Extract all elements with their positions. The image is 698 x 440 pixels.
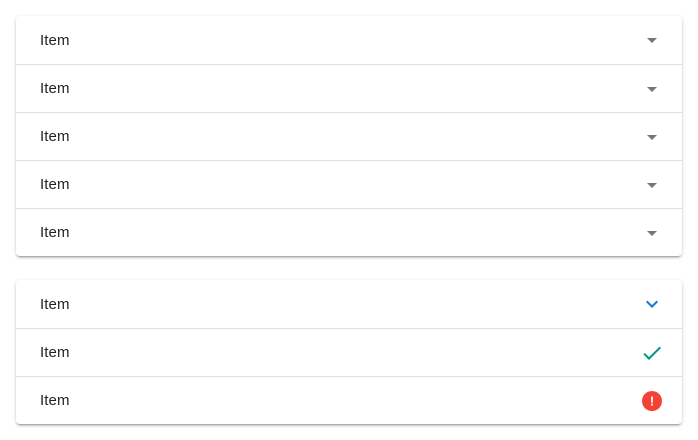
caret-down-icon [640, 173, 664, 197]
panel-label: Item [40, 344, 70, 361]
panel-label: Item [40, 224, 70, 241]
caret-down-icon [640, 28, 664, 52]
panel-label: Item [40, 128, 70, 145]
expansion-panel-chevron[interactable]: Item [16, 280, 682, 328]
error-icon: ! [640, 389, 664, 413]
check-icon [640, 341, 664, 365]
expansion-panel-3[interactable]: Item [16, 112, 682, 160]
panel-label: Item [40, 80, 70, 97]
expansion-panel-1[interactable]: Item [16, 16, 682, 64]
expansion-panel-5[interactable]: Item [16, 208, 682, 256]
panel-label: Item [40, 31, 70, 49]
expansion-panel-2[interactable]: Item [16, 64, 682, 112]
expansion-panel-4[interactable]: Item [16, 160, 682, 208]
caret-down-icon [640, 77, 664, 101]
panel-label: Item [40, 176, 70, 193]
expansion-panel-group-custom-icons: Item Item Item ! [16, 280, 682, 424]
caret-down-icon [640, 125, 664, 149]
expansion-panel-check[interactable]: Item [16, 328, 682, 376]
panel-label: Item [40, 392, 70, 409]
error-icon-glyph: ! [650, 393, 654, 408]
expansion-panel-error[interactable]: Item ! [16, 376, 682, 424]
chevron-down-icon [640, 292, 664, 316]
expansion-panel-group-default: Item Item Item Item Item [16, 16, 682, 256]
caret-down-icon [640, 221, 664, 245]
panel-label: Item [40, 295, 70, 313]
